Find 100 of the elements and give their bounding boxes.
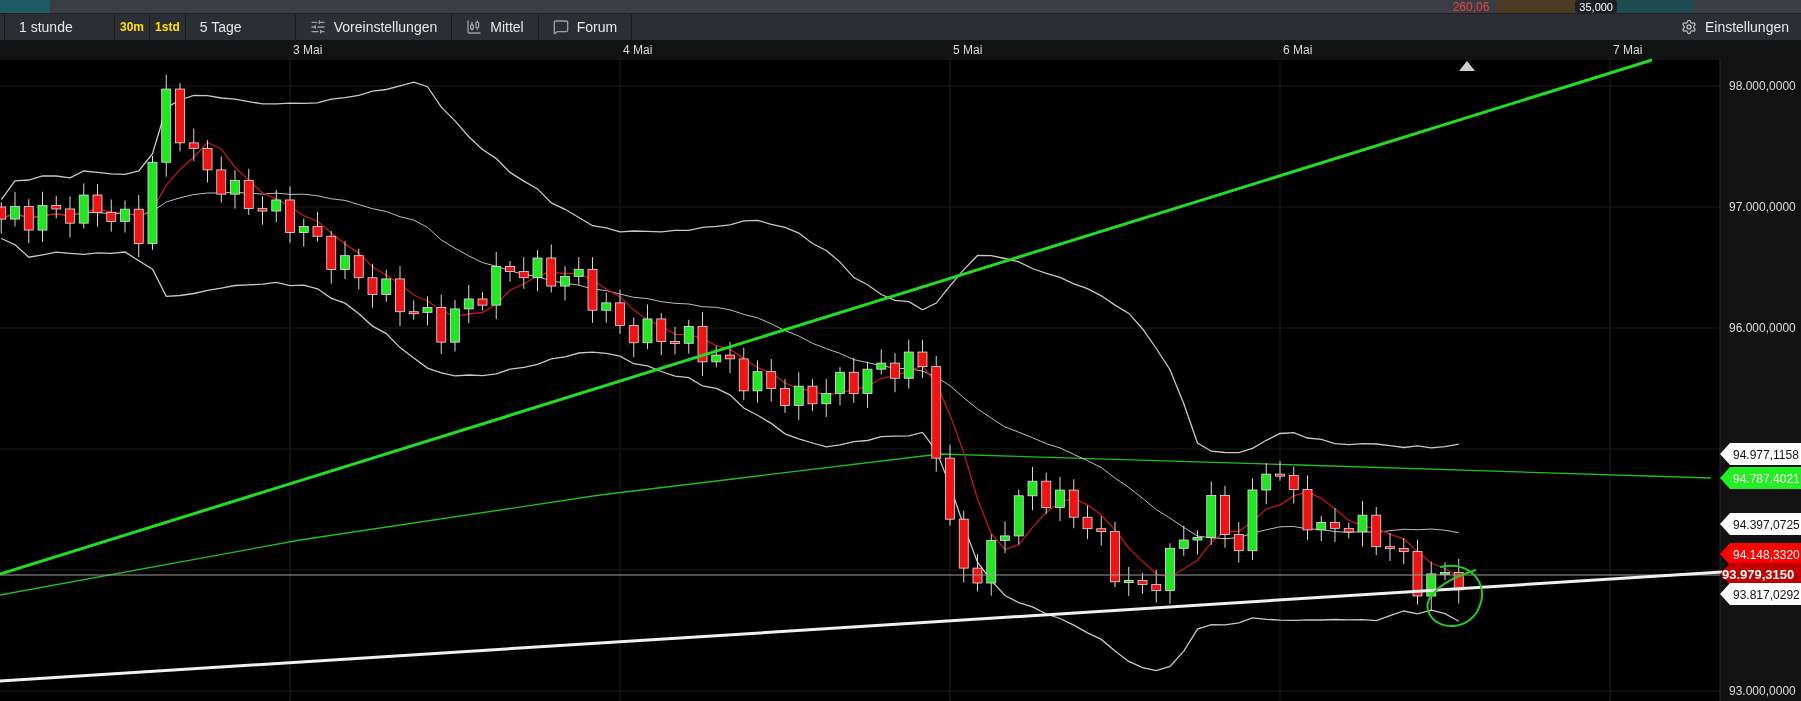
triangle-marker-icon <box>1459 61 1475 71</box>
candlestick <box>243 168 254 216</box>
price-tag: 94.787,4021 <box>1720 467 1801 489</box>
candlestick <box>1261 462 1272 505</box>
candlestick <box>876 348 887 376</box>
candlestick <box>711 345 722 368</box>
candlestick <box>285 185 295 244</box>
candlestick <box>587 256 598 324</box>
candlestick <box>1068 478 1079 529</box>
candlestick <box>1165 542 1175 605</box>
candlestick <box>1453 558 1464 604</box>
candlestick <box>560 265 570 302</box>
candlestick <box>1398 537 1409 565</box>
candlestick <box>271 189 282 223</box>
candlestick <box>120 200 130 233</box>
price-axis-label: 98.000,0000 <box>1729 79 1796 93</box>
date-axis-label: 7 Mai <box>1613 43 1643 57</box>
candlestick <box>491 251 502 320</box>
candlestick <box>1123 566 1134 597</box>
candlestick <box>573 256 584 286</box>
candlestick <box>725 341 735 374</box>
value-badge: 35,000 <box>1575 0 1617 13</box>
date-axis-label: 4 Mai <box>623 43 653 57</box>
price-axis-label: 96.000,0000 <box>1729 321 1796 335</box>
settings-icon <box>1680 19 1697 35</box>
candlestick <box>92 183 103 228</box>
candlestick <box>1013 489 1024 545</box>
candlestick <box>1357 500 1368 547</box>
candlestick <box>1000 520 1010 554</box>
candlestick <box>738 347 749 401</box>
candlestick <box>1151 569 1162 603</box>
candlestick <box>477 291 488 311</box>
candlestick <box>312 211 323 243</box>
candlestick <box>436 294 447 355</box>
candlestick <box>1385 532 1395 562</box>
tab-marker <box>0 0 50 13</box>
candlestick <box>1096 515 1107 547</box>
date-axis-label: 6 Mai <box>1283 43 1313 57</box>
date-axis-label: 5 Mai <box>953 43 983 57</box>
candlestick <box>903 339 914 390</box>
candlestick <box>766 358 777 403</box>
price-tag: 93.817,0292 <box>1720 583 1801 605</box>
candlestick <box>821 378 832 418</box>
candlestick <box>793 371 804 421</box>
candlestick <box>1233 521 1244 564</box>
candlestick <box>807 378 818 412</box>
candlestick <box>780 378 790 414</box>
candlestick <box>1110 521 1120 588</box>
price-tag: 94.397,0725 <box>1720 513 1801 535</box>
price-tag: 94.977,1158 <box>1720 443 1801 465</box>
candlestick <box>175 82 185 152</box>
candlestick <box>670 326 680 355</box>
candlestick <box>340 240 350 280</box>
candlestick <box>450 299 460 353</box>
candlestick <box>1288 466 1299 505</box>
candlestick <box>230 169 240 210</box>
candlestick <box>628 316 639 358</box>
candlestick <box>697 311 708 377</box>
candlestick <box>188 128 199 162</box>
candlestick <box>298 218 309 247</box>
candlestick <box>216 156 227 204</box>
candlestick <box>353 248 364 291</box>
candlestick <box>408 299 419 321</box>
candlestick <box>65 195 75 238</box>
candlestick <box>0 201 7 235</box>
candlestick <box>1206 481 1217 546</box>
candlestick <box>546 244 557 293</box>
circle-annotation <box>1426 564 1484 628</box>
candlestick <box>1055 476 1065 522</box>
candlestick <box>1343 522 1354 539</box>
candlestick <box>10 191 20 228</box>
candlestick <box>1192 529 1203 556</box>
candlestick <box>656 312 667 356</box>
candlestick <box>1412 539 1423 605</box>
candlestick <box>367 263 378 309</box>
candlestick <box>326 230 337 285</box>
candlestick <box>1316 515 1327 542</box>
candlestick <box>890 352 900 393</box>
candlestick <box>615 288 625 335</box>
settings-button[interactable]: Einstellungen <box>1668 14 1801 40</box>
candlestick <box>835 366 845 406</box>
candlestick <box>1330 507 1340 543</box>
candlestick <box>463 284 474 324</box>
candlestick <box>257 195 268 226</box>
candlestick <box>1440 561 1450 581</box>
price-value: 260,06 <box>1452 0 1491 13</box>
price-axis-label: 97.000,0000 <box>1729 200 1796 214</box>
price-axis-label: 93.000,0000 <box>1729 684 1796 698</box>
candlestick <box>202 139 213 183</box>
candlestick <box>23 198 34 244</box>
candlestick <box>1275 460 1285 482</box>
candlestick <box>1137 572 1148 595</box>
candlestick <box>972 553 983 592</box>
candlestick <box>986 533 997 597</box>
candlestick <box>1178 525 1189 557</box>
candlestick <box>752 359 763 404</box>
candlestick <box>133 194 144 258</box>
candlestick <box>1302 474 1313 541</box>
candlestick <box>1371 506 1382 556</box>
candlestick <box>51 195 62 219</box>
